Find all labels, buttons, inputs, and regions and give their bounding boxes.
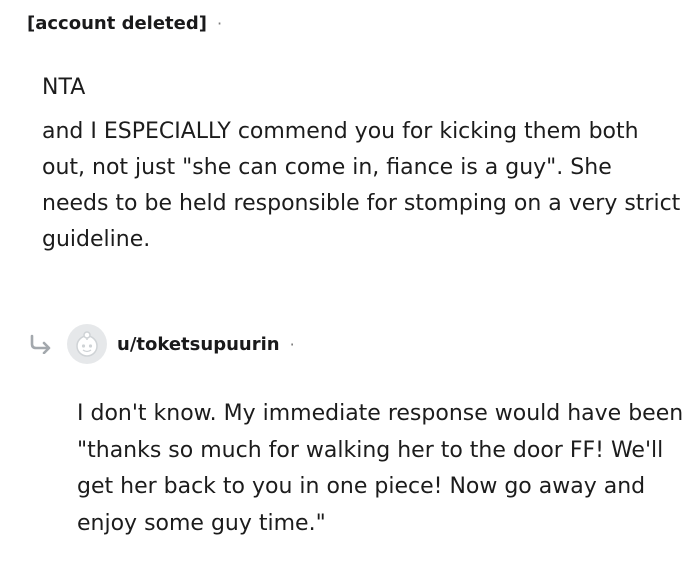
reply-arrow-icon xyxy=(27,332,57,356)
reply-text: I don't know. My immediate response woul… xyxy=(77,401,684,536)
separator-dot: · xyxy=(289,334,295,354)
comment-verdict: NTA xyxy=(42,75,86,100)
reply-body: I don't know. My immediate response woul… xyxy=(77,396,687,542)
comment-text: and I ESPECIALLY commend you for kicking… xyxy=(42,119,681,252)
comment-header: [account deleted] · xyxy=(27,10,222,36)
comment-author[interactable]: [account deleted] xyxy=(27,13,207,34)
comment-body: NTA and I ESPECIALLY commend you for kic… xyxy=(42,70,682,258)
separator-dot: · xyxy=(216,13,223,33)
snoo-avatar-icon[interactable] xyxy=(67,324,107,364)
reply-author[interactable]: u/toketsupuurin xyxy=(117,334,280,355)
reply-header: u/toketsupuurin · xyxy=(27,322,295,366)
